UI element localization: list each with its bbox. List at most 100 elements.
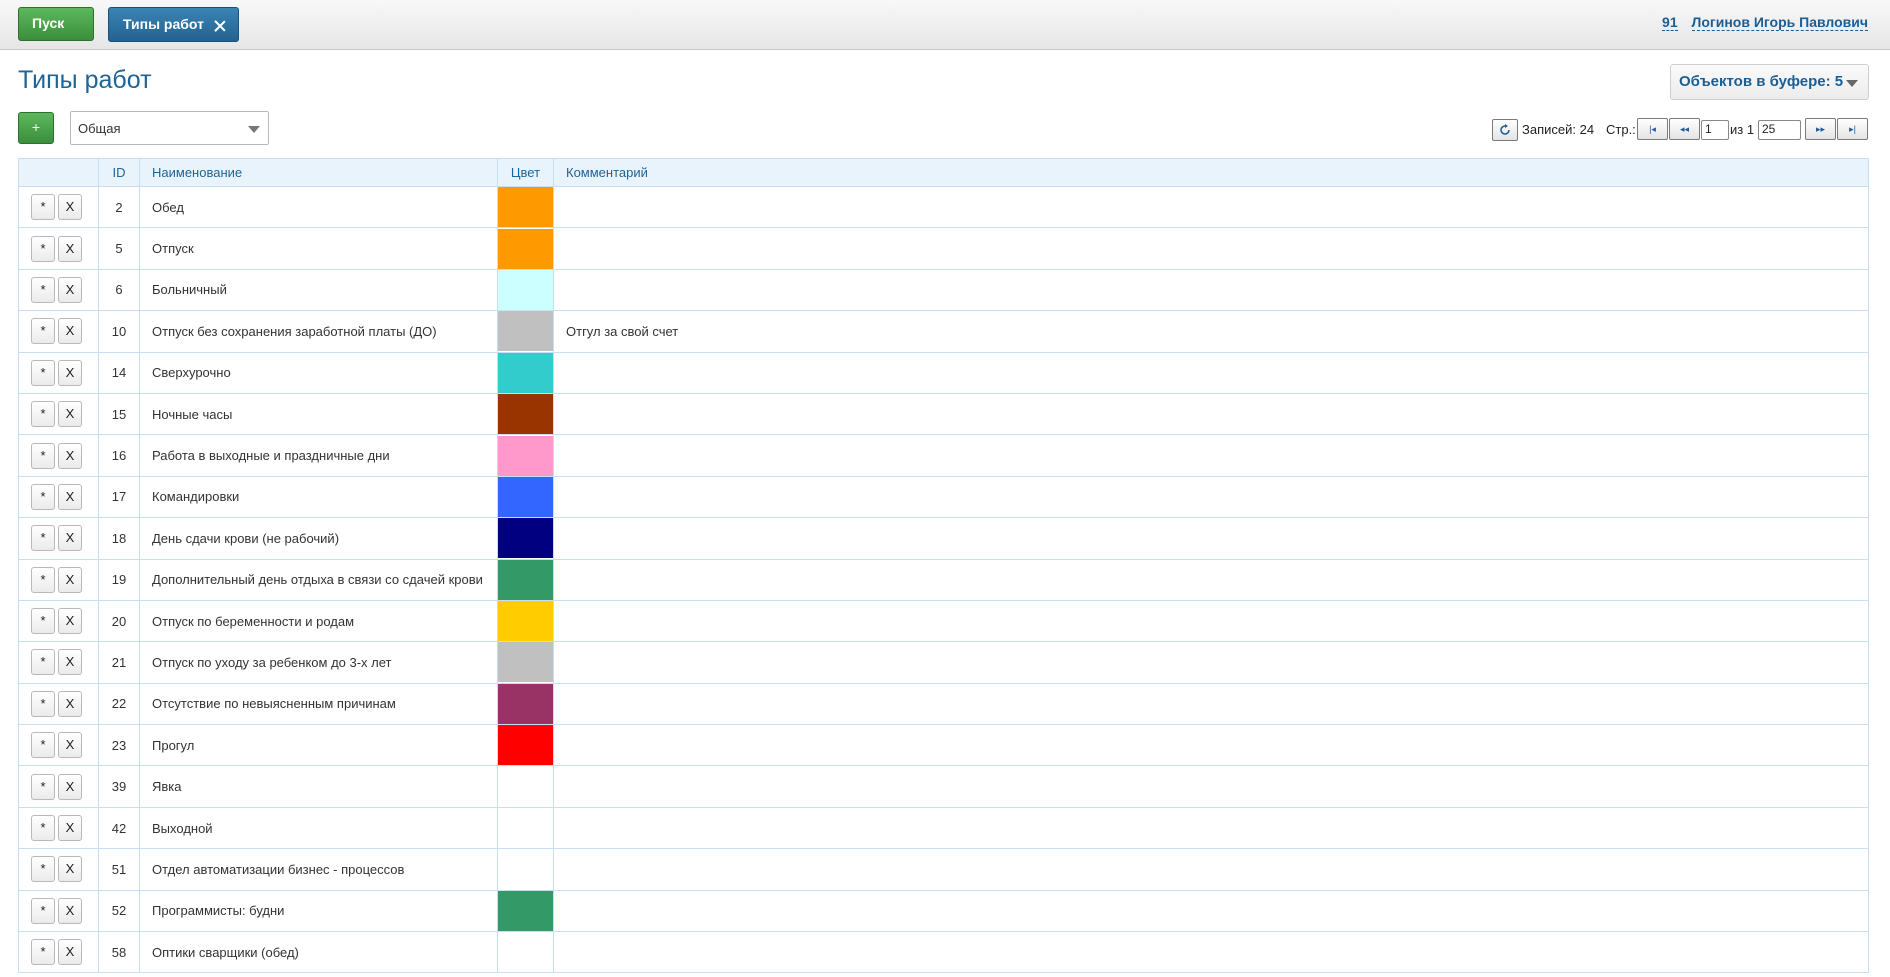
- delete-button[interactable]: X: [58, 773, 82, 800]
- delete-button[interactable]: X: [58, 566, 82, 593]
- prev-page-button[interactable]: ◂◂: [1669, 118, 1700, 140]
- cell-name: Больничный: [139, 268, 498, 312]
- add-button[interactable]: +: [18, 112, 54, 144]
- table-row[interactable]: * X 5 Отпуск: [18, 227, 1869, 270]
- table-row[interactable]: * X 10 Отпуск без сохранения заработной пла…: [18, 310, 1869, 353]
- delete-button[interactable]: X: [58, 690, 82, 717]
- edit-button[interactable]: *: [31, 856, 55, 883]
- table-row[interactable]: * X 6 Больничный: [18, 268, 1869, 312]
- table-row[interactable]: * X 42 Выходной: [18, 806, 1869, 850]
- cell-name: Дополнительный день отдыха в связи со сд…: [139, 558, 498, 601]
- delete-button[interactable]: X: [58, 276, 82, 303]
- user-id-link[interactable]: 91: [1662, 14, 1678, 31]
- table-row[interactable]: * X 22 Отсутствие по невыясненным причинам: [18, 682, 1869, 726]
- table-row[interactable]: * X 39 Явка: [18, 765, 1869, 808]
- table-row[interactable]: * X 14 Сверхурочно: [18, 351, 1869, 394]
- cell-comment: Отгул за свой счет: [553, 310, 1869, 353]
- table-row[interactable]: * X 19 Дополнительный день отдыха в связи с…: [18, 558, 1869, 601]
- color-swatch: [498, 187, 553, 227]
- cell-name: Отсутствие по невыясненным причинам: [139, 682, 498, 726]
- edit-button[interactable]: *: [31, 608, 55, 635]
- table-row[interactable]: * X 58 Оптики сварщики (обед): [18, 931, 1869, 974]
- cell-id: 42: [98, 806, 140, 850]
- filter-select[interactable]: Общая: [70, 111, 269, 145]
- delete-button[interactable]: X: [58, 608, 82, 635]
- column-header-comment[interactable]: Комментарий: [553, 158, 1869, 187]
- table-row[interactable]: * X 18 День сдачи крови (не рабочий): [18, 517, 1869, 560]
- column-header-name[interactable]: Наименование: [139, 158, 498, 187]
- cell-id: 51: [98, 848, 140, 891]
- edit-button[interactable]: *: [31, 194, 55, 221]
- close-icon[interactable]: [214, 20, 226, 32]
- table-row[interactable]: * X 51 Отдел автоматизации бизнес - процесс…: [18, 848, 1869, 891]
- cell-color: [497, 931, 554, 974]
- cell-comment: [553, 641, 1869, 684]
- color-swatch: [498, 311, 553, 352]
- edit-button[interactable]: *: [31, 897, 55, 924]
- edit-button[interactable]: *: [31, 442, 55, 469]
- tab-work-types[interactable]: Типы работ: [108, 7, 239, 42]
- delete-button[interactable]: X: [58, 359, 82, 386]
- cell-color: [497, 268, 554, 312]
- delete-button[interactable]: X: [58, 401, 82, 428]
- page-title: Типы работ: [18, 66, 152, 94]
- delete-button[interactable]: X: [58, 939, 82, 966]
- edit-button[interactable]: *: [31, 649, 55, 676]
- first-page-button[interactable]: |◂: [1637, 118, 1668, 140]
- column-header-color[interactable]: Цвет: [497, 158, 554, 187]
- edit-button[interactable]: *: [31, 566, 55, 593]
- delete-button[interactable]: X: [58, 649, 82, 676]
- edit-button[interactable]: *: [31, 235, 55, 262]
- column-header-id[interactable]: ID: [98, 158, 140, 187]
- row-actions: * X: [18, 765, 99, 808]
- color-swatch: [498, 891, 553, 931]
- delete-button[interactable]: X: [58, 525, 82, 552]
- last-page-button[interactable]: ▸|: [1837, 118, 1868, 140]
- edit-button[interactable]: *: [31, 815, 55, 842]
- page-select[interactable]: 1: [1701, 120, 1729, 140]
- edit-button[interactable]: *: [31, 483, 55, 510]
- page-size-select[interactable]: 25: [1758, 120, 1801, 140]
- table-row[interactable]: * X 16 Работа в выходные и праздничные дни: [18, 434, 1869, 477]
- delete-button[interactable]: X: [58, 732, 82, 759]
- table-row[interactable]: * X 21 Отпуск по уходу за ребенком до 3-х л…: [18, 641, 1869, 684]
- row-actions: * X: [18, 227, 99, 270]
- buffer-dropdown[interactable]: Объектов в буфере: 5: [1670, 64, 1869, 100]
- edit-button[interactable]: *: [31, 525, 55, 552]
- table-row[interactable]: * X 15 Ночные часы: [18, 392, 1869, 436]
- cell-color: [497, 392, 554, 436]
- delete-button[interactable]: X: [58, 483, 82, 510]
- color-swatch: [498, 228, 553, 269]
- cell-id: 39: [98, 765, 140, 808]
- edit-button[interactable]: *: [31, 773, 55, 800]
- table-row[interactable]: * X 17 Командировки: [18, 475, 1869, 519]
- edit-button[interactable]: *: [31, 276, 55, 303]
- records-count: Записей: 24: [1522, 122, 1595, 137]
- edit-button[interactable]: *: [31, 318, 55, 345]
- table-row[interactable]: * X 2 Обед: [18, 185, 1869, 229]
- edit-button[interactable]: *: [31, 690, 55, 717]
- refresh-button[interactable]: [1492, 119, 1518, 141]
- delete-button[interactable]: X: [58, 897, 82, 924]
- delete-button[interactable]: X: [58, 318, 82, 345]
- delete-button[interactable]: X: [58, 235, 82, 262]
- table-row[interactable]: * X 23 Прогул: [18, 724, 1869, 767]
- delete-button[interactable]: X: [58, 856, 82, 883]
- cell-name: Прогул: [139, 724, 498, 767]
- next-page-button[interactable]: ▸▸: [1805, 118, 1836, 140]
- delete-button[interactable]: X: [58, 815, 82, 842]
- cell-name: Явка: [139, 765, 498, 808]
- delete-button[interactable]: X: [58, 442, 82, 469]
- cell-comment: [553, 268, 1869, 312]
- edit-button[interactable]: *: [31, 359, 55, 386]
- edit-button[interactable]: *: [31, 939, 55, 966]
- delete-button[interactable]: X: [58, 194, 82, 221]
- color-swatch: [498, 642, 553, 683]
- table-row[interactable]: * X 20 Отпуск по беременности и родам: [18, 599, 1869, 643]
- cell-comment: [553, 475, 1869, 519]
- user-name-link[interactable]: Логинов Игорь Павлович: [1691, 14, 1868, 31]
- start-button[interactable]: Пуск: [18, 7, 94, 41]
- edit-button[interactable]: *: [31, 401, 55, 428]
- edit-button[interactable]: *: [31, 732, 55, 759]
- table-row[interactable]: * X 52 Программисты: будни: [18, 889, 1869, 933]
